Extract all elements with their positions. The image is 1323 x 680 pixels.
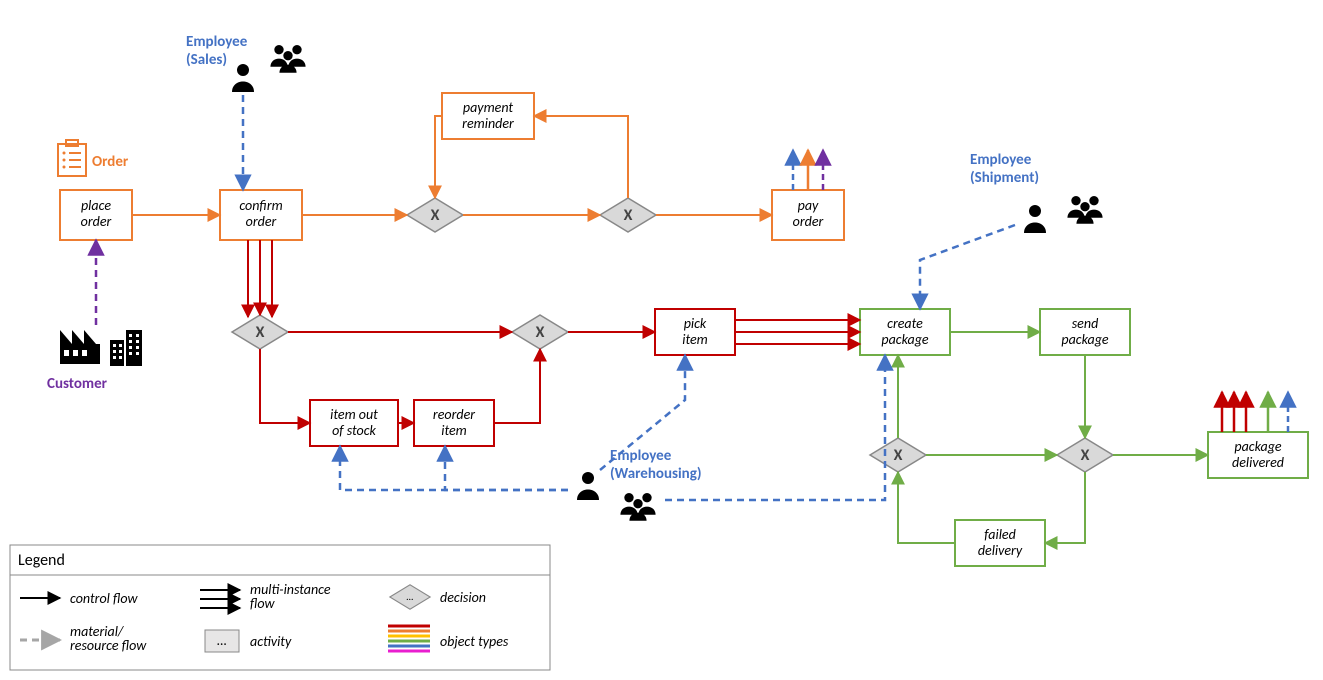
activity-place-order: placeorder	[60, 190, 132, 240]
activity-pay-order: payorder	[772, 190, 844, 240]
svg-text:activity: activity	[250, 633, 292, 650]
svg-text:X: X	[894, 446, 903, 465]
customer-label: Customer	[47, 375, 108, 393]
gateway-order-1: X	[407, 198, 463, 232]
gateway-item-2: X	[512, 315, 568, 349]
employee-sales-label: Employee(Sales)	[186, 33, 248, 69]
svg-text:item outof stock: item outof stock	[330, 406, 378, 439]
svg-text:…: …	[217, 632, 227, 649]
svg-text:object types: object types	[440, 633, 509, 650]
svg-text:control flow: control flow	[70, 590, 139, 607]
activity-pick-item: pickitem	[655, 309, 735, 355]
gateway-item-1: X	[232, 315, 288, 349]
activity-confirm-order: confirmorder	[220, 190, 302, 240]
svg-text:createpackage: createpackage	[881, 315, 929, 348]
employee-warehousing-label: Employee(Warehousing)	[610, 447, 702, 483]
edge-gw2-to-failed	[1045, 472, 1085, 543]
activity-send-package: sendpackage	[1040, 309, 1130, 355]
svg-text:Legend: Legend	[18, 551, 65, 570]
activity-package-delivered: packagedelivered	[1208, 432, 1308, 478]
employee-sales-icon	[232, 45, 306, 92]
order-label: Order	[92, 153, 129, 171]
activity-create-package: createpackage	[860, 309, 950, 355]
svg-text:X: X	[536, 323, 545, 342]
svg-text:decision: decision	[440, 589, 486, 606]
gateway-pkg-1: X	[870, 438, 926, 472]
edge-wh-to-reorder	[445, 446, 568, 490]
svg-text:X: X	[256, 323, 265, 342]
edge-wh-to-oos	[340, 446, 568, 490]
edge-reorder-to-gw2	[494, 349, 540, 423]
customer-icon	[60, 330, 142, 366]
activity-reorder-item: reorderitem	[414, 400, 494, 446]
svg-text:X: X	[624, 206, 633, 225]
order-icon	[58, 140, 86, 176]
svg-text:confirmorder: confirmorder	[239, 197, 282, 230]
employee-shipment-icon	[1024, 196, 1103, 233]
svg-text:X: X	[431, 206, 440, 225]
legend: Legend control flow material/resource fl…	[10, 545, 550, 670]
svg-text:pickitem: pickitem	[682, 315, 708, 348]
svg-text:paymentreminder: paymentreminder	[462, 99, 514, 132]
svg-text:packagedelivered: packagedelivered	[1232, 438, 1284, 471]
employee-shipment-label: Employee(Shipment)	[970, 151, 1039, 187]
edge-gw2-to-reminder	[534, 116, 628, 198]
gateway-order-2: X	[600, 198, 656, 232]
gateway-pkg-2: X	[1057, 438, 1113, 472]
activity-item-out-of-stock: item outof stock	[310, 400, 398, 446]
activity-failed-delivery: faileddelivery	[955, 520, 1045, 566]
svg-text:placeorder: placeorder	[81, 197, 112, 230]
svg-text:…: …	[407, 590, 414, 603]
edge-failed-to-gw1	[898, 472, 955, 543]
svg-text:X: X	[1081, 446, 1090, 465]
edge-itemgw1-to-oos	[260, 349, 310, 423]
edge-ship-to-create	[920, 225, 1015, 309]
edge-reminder-to-gw1	[435, 116, 442, 198]
activity-payment-reminder: paymentreminder	[442, 93, 534, 139]
